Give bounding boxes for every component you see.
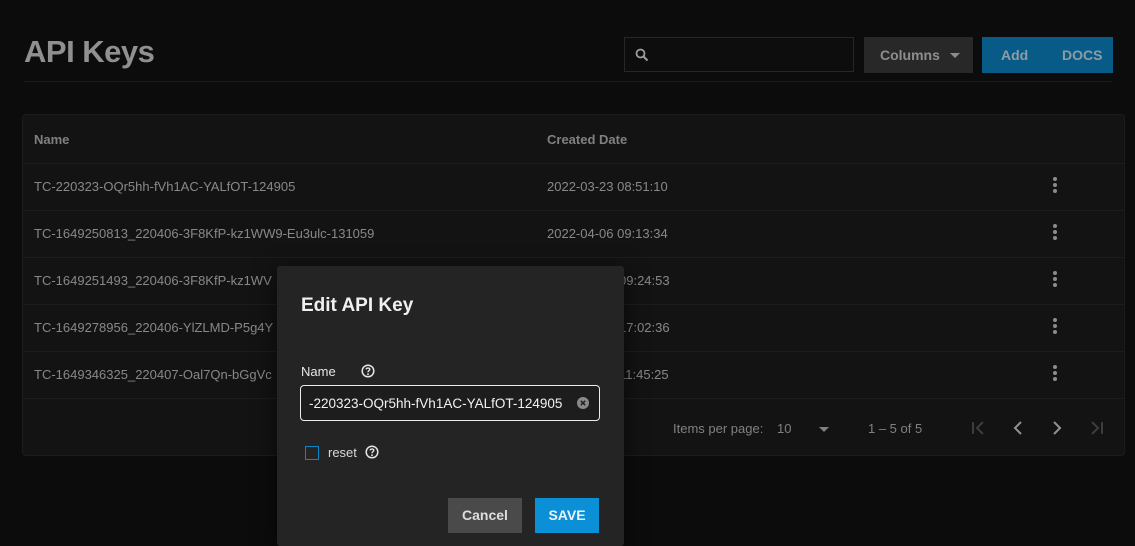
reset-checkbox-label[interactable]: reset <box>328 445 357 460</box>
name-field-label: Name <box>301 364 336 379</box>
cancel-button[interactable]: Cancel <box>448 498 522 533</box>
help-icon[interactable] <box>361 364 375 378</box>
help-icon[interactable] <box>365 445 379 459</box>
dialog-title: Edit API Key <box>301 295 414 316</box>
reset-checkbox[interactable] <box>305 446 319 460</box>
save-button[interactable]: SAVE <box>535 498 599 533</box>
edit-api-key-dialog: Edit API Key Name reset Cancel SAVE <box>277 266 624 546</box>
name-input[interactable] <box>309 393 575 413</box>
clear-icon[interactable] <box>577 397 589 409</box>
name-field[interactable] <box>300 385 600 421</box>
